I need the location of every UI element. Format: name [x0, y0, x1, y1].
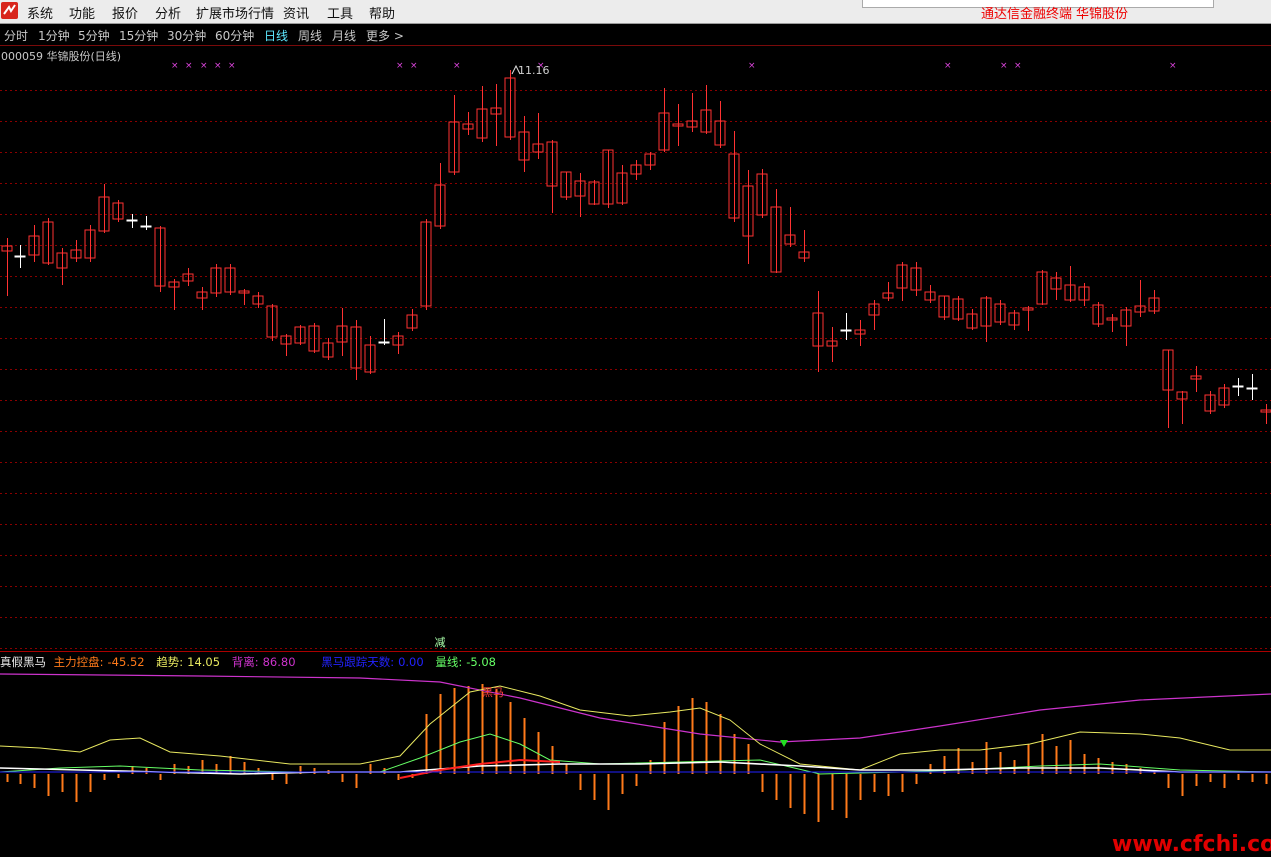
- heima-tag: 黑马: [482, 686, 504, 699]
- signal-x-marker: ×: [185, 61, 193, 71]
- zhuli-label: 主力控盘:: [53, 655, 104, 669]
- watermark: www.cfchi.com: [1112, 832, 1271, 857]
- menu-news[interactable]: 资讯: [283, 3, 309, 22]
- period-5min[interactable]: 5分钟: [78, 27, 110, 44]
- pane-divider[interactable]: [0, 651, 1271, 652]
- candle-body: [140, 225, 152, 228]
- period-60min[interactable]: 60分钟: [215, 27, 254, 44]
- period-30min[interactable]: 30分钟: [167, 27, 206, 44]
- indicator-chart[interactable]: [0, 668, 1271, 857]
- indicator-name[interactable]: 真假黑马: [0, 655, 46, 669]
- signal-x-marker: ×: [748, 61, 756, 71]
- qushi-line: [0, 685, 1271, 771]
- qushi-value: 14.05: [187, 655, 221, 669]
- menu-bar: 系统 功能 报价 分析 扩展市场行情 资讯 工具 帮助 通达信金融终端 华锦股份: [0, 0, 1271, 24]
- brand-terminal-name: 通达信金融终端: [981, 7, 1073, 22]
- period-more[interactable]: 更多 >: [366, 27, 404, 44]
- signal-x-marker: ×: [171, 61, 179, 71]
- candle-body: [126, 219, 138, 222]
- candle-body: [1246, 387, 1258, 390]
- high-price-label: 11.16: [518, 64, 550, 77]
- period-intraday[interactable]: 分时: [4, 27, 28, 44]
- red-line: [399, 758, 561, 779]
- beili-label: 背离:: [231, 655, 259, 669]
- candle-body: [1232, 385, 1244, 388]
- period-weekly[interactable]: 周线: [298, 27, 322, 44]
- menu-help[interactable]: 帮助: [369, 3, 395, 22]
- menu-system[interactable]: 系统: [27, 3, 53, 22]
- signal-x-marker: ×: [1000, 61, 1008, 71]
- signal-x-marker: ×: [944, 61, 952, 71]
- liangxian-value: -5.08: [466, 655, 496, 669]
- period-monthly[interactable]: 月线: [332, 27, 356, 44]
- period-daily[interactable]: 日线: [264, 27, 288, 44]
- period-1min[interactable]: 1分钟: [38, 27, 70, 44]
- signal-x-marker: ×: [228, 61, 236, 71]
- liangxian-label: 量线:: [435, 655, 463, 669]
- signal-x-marker: ×: [1169, 61, 1177, 71]
- signal-x-marker: ×: [453, 61, 461, 71]
- menu-tools[interactable]: 工具: [327, 3, 353, 22]
- candle-body: [840, 329, 852, 332]
- signal-x-marker: ×: [214, 61, 222, 71]
- stock-title: 000059 华锦股份(日线): [1, 50, 122, 63]
- signal-x-marker: ×: [396, 61, 404, 71]
- menu-function[interactable]: 功能: [69, 3, 95, 22]
- period-15min[interactable]: 15分钟: [119, 27, 158, 44]
- signal-x-marker: ×: [200, 61, 208, 71]
- candle-body: [378, 341, 390, 344]
- sell-signal-triangle: [780, 740, 788, 747]
- zhuli-value: -45.52: [107, 655, 145, 669]
- heima-days-label: 黑马跟踪天数:: [321, 655, 395, 669]
- heima-days-value: 0.00: [398, 655, 424, 669]
- signal-reduce-marker: 减: [434, 636, 446, 649]
- brand-stock-name: 华锦股份: [1076, 7, 1129, 22]
- signal-x-marker: ×: [1014, 61, 1022, 71]
- menu-quote[interactable]: 报价: [112, 3, 138, 22]
- menu-extended-market[interactable]: 扩展市场行情: [196, 3, 274, 22]
- tdx-logo-icon[interactable]: [1, 2, 18, 19]
- beili-value: 86.80: [262, 655, 296, 669]
- signal-x-marker: ×: [410, 61, 418, 71]
- period-toolbar: 分时 1分钟 5分钟 15分钟 30分钟 60分钟 日线 周线 月线 更多 >: [0, 24, 1271, 46]
- candle-body: [14, 255, 26, 258]
- kline-chart[interactable]: × × × × × × × × × × × × × ×: [0, 46, 1271, 651]
- menu-analysis[interactable]: 分析: [155, 3, 181, 22]
- qushi-label: 趋势:: [156, 655, 184, 669]
